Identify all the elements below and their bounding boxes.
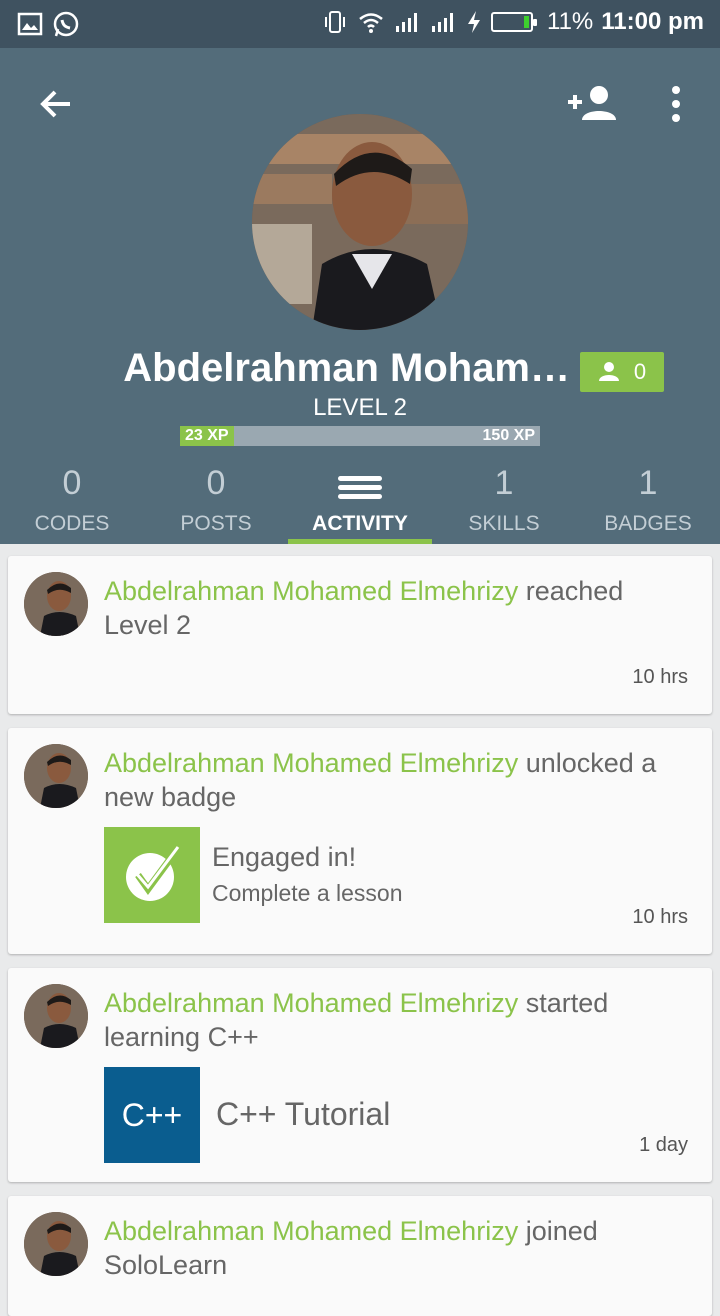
avatar[interactable]	[24, 984, 88, 1048]
badge-title: Engaged in!	[212, 842, 357, 872]
activity-text: Abdelrahman Mohamed Elmehrizy started le…	[104, 986, 694, 1054]
activity-text: Abdelrahman Mohamed Elmehrizy joined Sol…	[104, 1214, 694, 1282]
user-link[interactable]: Abdelrahman Mohamed Elmehrizy	[104, 576, 518, 606]
followers-count: 0	[633, 359, 647, 384]
add-friend-icon[interactable]	[566, 84, 618, 124]
activity-card[interactable]: Abdelrahman Mohamed Elmehrizy reached Le…	[8, 556, 712, 714]
vibrate-icon	[325, 11, 345, 33]
xp-current: 23 XP	[185, 427, 229, 444]
tab-label: POSTS	[180, 512, 252, 535]
badges-count: 1	[638, 464, 658, 502]
battery-icon	[491, 12, 537, 32]
signal-icon	[432, 13, 453, 32]
activity-text: Abdelrahman Mohamed Elmehrizy unlocked a…	[104, 746, 694, 814]
xp-progress-bar: 23 XP 150 XP	[180, 426, 540, 446]
whatsapp-icon	[53, 11, 79, 37]
level-label: LEVEL 2	[313, 394, 407, 421]
avatar[interactable]	[24, 744, 88, 808]
timestamp: 10 hrs	[632, 906, 688, 928]
badge-description: Complete a lesson	[212, 880, 403, 906]
avatar[interactable]	[24, 572, 88, 636]
menu-lines-icon	[288, 464, 432, 504]
clock: 11:00 pm	[601, 8, 704, 35]
tab-codes[interactable]: 0 CODES	[0, 458, 144, 544]
tab-label: CODES	[34, 512, 110, 535]
skills-count: 1	[494, 464, 514, 502]
checkmark-badge-icon	[126, 846, 180, 901]
xp-target: 150 XP	[482, 427, 535, 444]
person-icon	[598, 362, 619, 381]
tab-skills[interactable]: 1 SKILLS	[432, 458, 576, 544]
activity-text: Abdelrahman Mohamed Elmehrizy reached Le…	[104, 574, 694, 642]
posts-count: 0	[206, 464, 226, 502]
tab-label: BADGES	[604, 512, 692, 535]
user-link[interactable]: Abdelrahman Mohamed Elmehrizy	[104, 748, 518, 778]
user-link[interactable]: Abdelrahman Mohamed Elmehrizy	[104, 988, 518, 1018]
tab-label: ACTIVITY	[312, 512, 408, 535]
timestamp: 1 day	[639, 1134, 688, 1156]
badge-tile[interactable]	[104, 827, 200, 923]
followers-badge[interactable]: 0	[580, 352, 664, 392]
signal-icon	[396, 13, 417, 32]
tab-posts[interactable]: 0 POSTS	[144, 458, 288, 544]
cpp-course-icon[interactable]: C++	[104, 1067, 200, 1163]
gallery-icon	[17, 12, 43, 36]
avatar[interactable]	[252, 114, 468, 330]
tab-badges[interactable]: 1 BADGES	[576, 458, 720, 544]
more-options-icon[interactable]	[662, 84, 690, 124]
wifi-icon	[359, 13, 383, 33]
codes-count: 0	[62, 464, 82, 502]
activity-card[interactable]: Abdelrahman Mohamed Elmehrizy joined Sol…	[8, 1196, 712, 1316]
timestamp: 10 hrs	[632, 666, 688, 688]
profile-name: Abdelrahman Moham…	[123, 346, 570, 390]
tab-label: SKILLS	[468, 512, 540, 535]
back-arrow-icon[interactable]	[36, 84, 76, 124]
profile-header: Abdelrahman Moham… 0 LEVEL 2 23 XP 150 X…	[0, 48, 720, 544]
avatar[interactable]	[24, 1212, 88, 1276]
course-title[interactable]: C++ Tutorial	[216, 1096, 390, 1133]
tab-activity[interactable]: ACTIVITY	[288, 458, 432, 544]
user-link[interactable]: Abdelrahman Mohamed Elmehrizy	[104, 1216, 518, 1246]
activity-card[interactable]: Abdelrahman Mohamed Elmehrizy unlocked a…	[8, 728, 712, 954]
profile-tabs: 0 CODES 0 POSTS ACTIVITY 1 SKILLS 1 BADG…	[0, 458, 720, 544]
charging-icon	[468, 11, 480, 33]
battery-percent: 11%	[547, 8, 594, 35]
activity-card[interactable]: Abdelrahman Mohamed Elmehrizy started le…	[8, 968, 712, 1182]
status-bar: 11% 11:00 pm	[0, 0, 720, 48]
